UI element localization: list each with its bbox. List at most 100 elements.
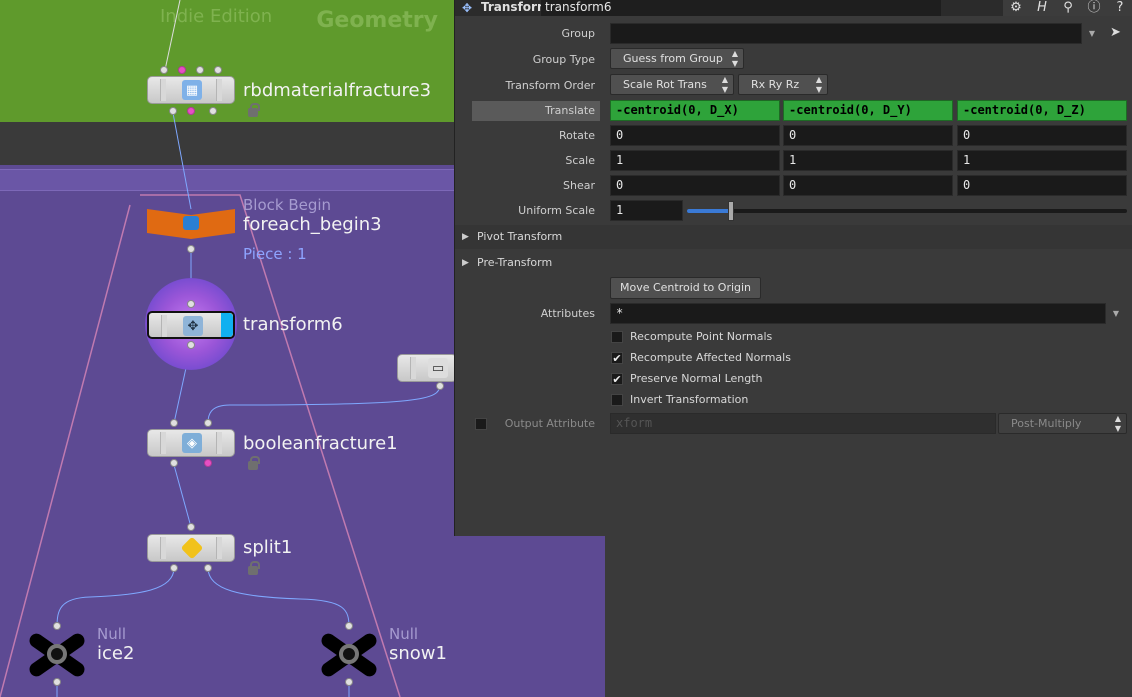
node-snow1[interactable] — [317, 630, 381, 680]
output-attribute-label: Output Attribute — [504, 417, 595, 430]
output-connector[interactable] — [170, 564, 178, 572]
folder-pre-transform[interactable]: ▶ Pre-Transform — [455, 251, 1132, 275]
translate-label[interactable]: Translate — [495, 104, 595, 117]
translate-y-field[interactable]: -centroid(0, D_Y) — [783, 100, 953, 121]
node-label: booleanfracture1 — [243, 433, 398, 454]
node-offscreen[interactable]: ▭ — [397, 354, 457, 382]
node-label: split1 — [243, 537, 293, 558]
node-name-field[interactable]: transform6 — [541, 0, 941, 16]
output-connector[interactable] — [170, 459, 178, 467]
input-connector[interactable] — [196, 66, 204, 74]
shear-x-field[interactable]: 0 — [610, 175, 780, 196]
wire-split-snow — [207, 567, 350, 628]
display-flag[interactable] — [221, 313, 233, 337]
search-icon[interactable]: ⚲ — [1055, 0, 1081, 16]
move-centroid-button[interactable]: Move Centroid to Origin — [610, 277, 761, 299]
attributes-label: Attributes — [540, 307, 595, 320]
output-connector[interactable] — [204, 564, 212, 572]
scale-z-field[interactable]: 1 — [957, 150, 1127, 171]
uniform-scale-slider-handle[interactable] — [728, 201, 734, 221]
rotate-y-field[interactable]: 0 — [783, 125, 953, 146]
info-icon[interactable]: ⓘ — [1081, 0, 1107, 16]
parameter-panel: ✥ Transform transform6 ⚙ H ⚲ ⓘ ? Group ▼… — [454, 0, 1132, 536]
rotation-order-value: Rx Ry Rz — [751, 78, 800, 91]
fracture-icon: ▦ — [182, 80, 202, 100]
help-h-icon[interactable]: H — [1029, 0, 1055, 16]
input-connector[interactable] — [53, 622, 61, 630]
translate-x-field[interactable]: -centroid(0, D_X) — [610, 100, 780, 121]
output-mode-select[interactable]: Post-Multiply ▲ ▼ — [998, 413, 1127, 434]
output-connector[interactable] — [345, 678, 353, 686]
output-connector[interactable] — [187, 341, 195, 349]
shear-y-field[interactable]: 0 — [783, 175, 953, 196]
node-type-label: Null — [97, 625, 127, 643]
node-split1[interactable] — [147, 534, 235, 562]
node-transform6[interactable]: ✥ — [147, 311, 235, 339]
rotation-order-select[interactable]: Rx Ry Rz ▲ ▼ — [738, 74, 828, 95]
input-connector[interactable] — [187, 300, 195, 308]
chevron-updown-icon: ▲ ▼ — [1114, 414, 1121, 433]
input-connector[interactable] — [214, 66, 222, 74]
input-connector[interactable] — [345, 622, 353, 630]
output-connector[interactable] — [209, 107, 217, 115]
output-connector[interactable] — [53, 678, 61, 686]
recompute-point-normals-checkbox[interactable] — [611, 331, 623, 343]
rotate-label[interactable]: Rotate — [495, 129, 595, 142]
triangle-right-icon: ▶ — [462, 232, 469, 242]
input-connector[interactable] — [187, 523, 195, 531]
translate-z-field[interactable]: -centroid(0, D_Z) — [957, 100, 1127, 121]
node-type-label: Block Begin — [243, 196, 332, 214]
output-attribute-field[interactable]: xform — [610, 413, 996, 434]
node-label: transform6 — [243, 314, 343, 335]
input-connector[interactable] — [160, 66, 168, 74]
output-attribute-toggle[interactable] — [475, 418, 487, 430]
scale-x-field[interactable]: 1 — [610, 150, 780, 171]
shear-label[interactable]: Shear — [495, 179, 595, 192]
transform-order-label: Transform Order — [505, 79, 595, 92]
lock-icon — [248, 103, 260, 117]
null-icon — [47, 644, 67, 664]
wire-in — [164, 0, 181, 71]
question-icon[interactable]: ? — [1107, 0, 1132, 16]
node-booleanfracture1[interactable]: ◈ — [147, 429, 235, 457]
folder-label: Pivot Transform — [477, 230, 563, 243]
uniform-scale-label[interactable]: Uniform Scale — [495, 204, 595, 217]
folder-pivot-transform[interactable]: ▶ Pivot Transform — [455, 225, 1132, 249]
piece-label: Piece : 1 — [243, 245, 307, 263]
attributes-dropdown-button[interactable]: ▼ — [1106, 303, 1126, 324]
lock-icon — [248, 561, 260, 575]
output-connector[interactable] — [436, 382, 444, 390]
group-field[interactable] — [610, 23, 1082, 44]
scale-y-field[interactable]: 1 — [783, 150, 953, 171]
output-connector[interactable] — [204, 459, 212, 467]
recompute-affected-normals-checkbox[interactable]: ✔ — [611, 352, 623, 364]
output-connector[interactable] — [187, 245, 195, 253]
node-ice2[interactable] — [25, 630, 89, 680]
input-connector[interactable] — [178, 66, 186, 74]
select-arrow-icon[interactable]: ➤ — [1110, 25, 1121, 40]
uniform-scale-field[interactable]: 1 — [610, 200, 683, 221]
lock-icon — [248, 456, 260, 470]
uniform-scale-slider[interactable] — [687, 209, 1127, 213]
rotate-x-field[interactable]: 0 — [610, 125, 780, 146]
rotate-z-field[interactable]: 0 — [957, 125, 1127, 146]
group-type-select[interactable]: Guess from Group ▲ ▼ — [610, 48, 744, 69]
group-dropdown-button[interactable]: ▼ — [1082, 23, 1102, 44]
transform-order-select[interactable]: Scale Rot Trans ▲ ▼ — [610, 74, 734, 95]
input-connector[interactable] — [204, 419, 212, 427]
node-rbdmaterialfracture3[interactable]: ▦ — [147, 76, 235, 104]
split-icon — [180, 536, 204, 560]
transform-icon: ✥ — [183, 316, 203, 336]
output-connector[interactable] — [187, 107, 195, 115]
boolean-icon: ◈ — [182, 433, 202, 453]
output-connector[interactable] — [169, 107, 177, 115]
invert-transformation-checkbox[interactable] — [611, 394, 623, 406]
shear-z-field[interactable]: 0 — [957, 175, 1127, 196]
group-label: Group — [561, 27, 596, 40]
null-icon — [339, 644, 359, 664]
input-connector[interactable] — [170, 419, 178, 427]
preserve-normal-length-checkbox[interactable]: ✔ — [611, 373, 623, 385]
scale-label[interactable]: Scale — [495, 154, 595, 167]
attributes-field[interactable]: * — [610, 303, 1106, 324]
gear-icon[interactable]: ⚙ — [1003, 0, 1029, 16]
